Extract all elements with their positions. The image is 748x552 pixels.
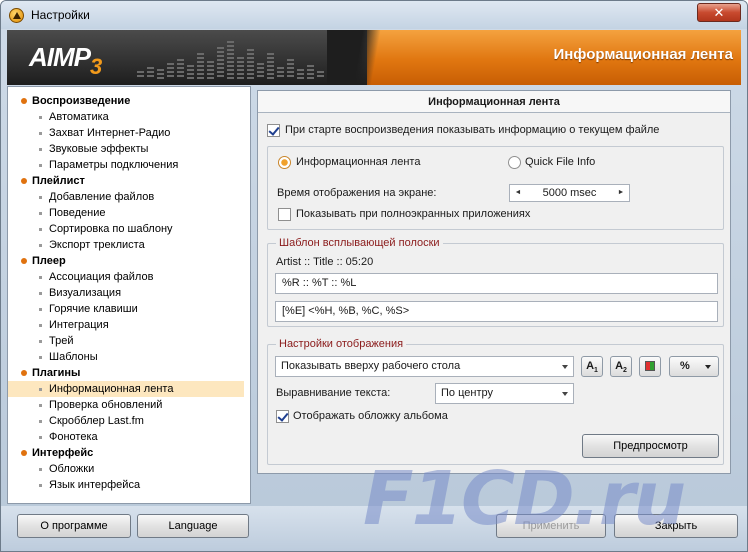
- tree-item[interactable]: Трей: [8, 333, 244, 349]
- banner-accent: Информационная лента: [327, 30, 741, 85]
- tree-item[interactable]: Поведение: [8, 205, 244, 221]
- section-title: Информационная лента: [553, 46, 733, 63]
- align-dropdown[interactable]: По центру: [435, 383, 574, 404]
- template-line1-input[interactable]: %R :: %T :: %L: [275, 273, 718, 294]
- tree-item[interactable]: Визуализация: [8, 285, 244, 301]
- align-label: Выравнивание текста:: [276, 387, 391, 399]
- font2-button[interactable]: A2: [610, 356, 632, 377]
- tree-item[interactable]: Экспорт треклиста: [8, 237, 244, 253]
- tree-item[interactable]: Захват Интернет-Радио: [8, 125, 244, 141]
- tree-item[interactable]: Язык интерфейса: [8, 477, 244, 493]
- template-line2-input[interactable]: [%E] <%H, %B, %C, %S>: [275, 301, 718, 322]
- template-group-title: Шаблон всплывающей полоски: [276, 237, 443, 249]
- color-palette-button[interactable]: [639, 356, 661, 377]
- settings-tree[interactable]: Воспроизведение Автоматика Захват Интернет…: [7, 86, 251, 504]
- settings-window: Настройки ✕ AIMP3 Информационная лента В…: [0, 0, 748, 552]
- about-button[interactable]: О программе: [17, 514, 131, 538]
- tree-category[interactable]: Интерфейс: [8, 445, 244, 461]
- tree-category[interactable]: Плейлист: [8, 173, 244, 189]
- show-on-start-label: При старте воспроизведения показывать ин…: [285, 124, 660, 136]
- tree-item[interactable]: Скробблер Last.fm: [8, 413, 244, 429]
- position-dropdown[interactable]: Показывать вверху рабочего стола: [275, 356, 574, 377]
- show-cover-checkbox[interactable]: [276, 410, 289, 423]
- align-value: По центру: [441, 387, 493, 399]
- tree-item[interactable]: Фонотека: [8, 429, 244, 445]
- fullscreen-checkbox[interactable]: [278, 208, 291, 221]
- tree-item[interactable]: Звуковые эффекты: [8, 141, 244, 157]
- spinner-right-icon[interactable]: ►: [615, 185, 627, 201]
- tree-category[interactable]: Плеер: [8, 253, 244, 269]
- tree-item[interactable]: Горячие клавиши: [8, 301, 244, 317]
- transparency-dropdown-button[interactable]: %: [669, 356, 719, 377]
- aimp-app-icon: [9, 8, 24, 23]
- chevron-down-icon: [562, 392, 568, 396]
- tree-item[interactable]: Параметры подключения: [8, 157, 244, 173]
- template-preview-text: Artist :: Title :: 05:20: [276, 256, 374, 268]
- font1-button[interactable]: A1: [581, 356, 603, 377]
- mode-group: Информационная лента Quick File Info Вре…: [267, 146, 724, 230]
- mode-quickfileinfo-radio[interactable]: [508, 156, 521, 169]
- tree-item[interactable]: Информационная лента: [8, 381, 244, 397]
- tree-item[interactable]: Интеграция: [8, 317, 244, 333]
- tree-item[interactable]: Шаблоны: [8, 349, 244, 365]
- fullscreen-label: Показывать при полноэкранных приложениях: [296, 208, 531, 220]
- template-group: Шаблон всплывающей полоски Artist :: Tit…: [267, 237, 724, 327]
- language-button[interactable]: Language: [137, 514, 249, 538]
- watermark: F1CD.ru: [363, 456, 686, 542]
- display-settings-group: Настройки отображения Показывать вверху …: [267, 338, 724, 465]
- mode-quickfileinfo-label: Quick File Info: [525, 156, 596, 168]
- color-palette-icon: [645, 361, 655, 371]
- display-settings-title: Настройки отображения: [276, 338, 407, 350]
- tree-category[interactable]: Плагины: [8, 365, 244, 381]
- tree-item[interactable]: Проверка обновлений: [8, 397, 244, 413]
- aimp-logo: AIMP3: [29, 42, 102, 79]
- panel-header: Информационная лента: [258, 91, 730, 113]
- mode-infostrip-label: Информационная лента: [296, 156, 421, 168]
- mode-infostrip-radio[interactable]: [278, 156, 291, 169]
- title-bar: Настройки ✕: [1, 1, 747, 29]
- header-banner: AIMP3 Информационная лента: [7, 30, 741, 85]
- tree-item[interactable]: Добавление файлов: [8, 189, 244, 205]
- show-on-start-checkbox[interactable]: [267, 124, 280, 137]
- window-title: Настройки: [31, 8, 90, 22]
- preview-button[interactable]: Предпросмотр: [582, 434, 719, 458]
- position-value: Показывать вверху рабочего стола: [281, 360, 461, 372]
- show-cover-label: Отображать обложку альбома: [293, 410, 448, 422]
- close-window-button[interactable]: ✕: [697, 3, 741, 22]
- tree-item[interactable]: Ассоциация файлов: [8, 269, 244, 285]
- tree-category[interactable]: Воспроизведение: [8, 93, 244, 109]
- display-time-value: 5000 msec: [542, 187, 597, 199]
- spinner-left-icon[interactable]: ◄: [512, 185, 524, 201]
- tree-item[interactable]: Сортировка по шаблону: [8, 221, 244, 237]
- display-time-spinner[interactable]: ◄ 5000 msec ►: [509, 184, 630, 202]
- tree-item[interactable]: Обложки: [8, 461, 244, 477]
- tree-item[interactable]: Автоматика: [8, 109, 244, 125]
- display-time-label: Время отображения на экране:: [277, 187, 437, 199]
- settings-panel: Информационная лента При старте воспроиз…: [257, 90, 731, 474]
- chevron-down-icon: [705, 365, 711, 369]
- chevron-down-icon: [562, 365, 568, 369]
